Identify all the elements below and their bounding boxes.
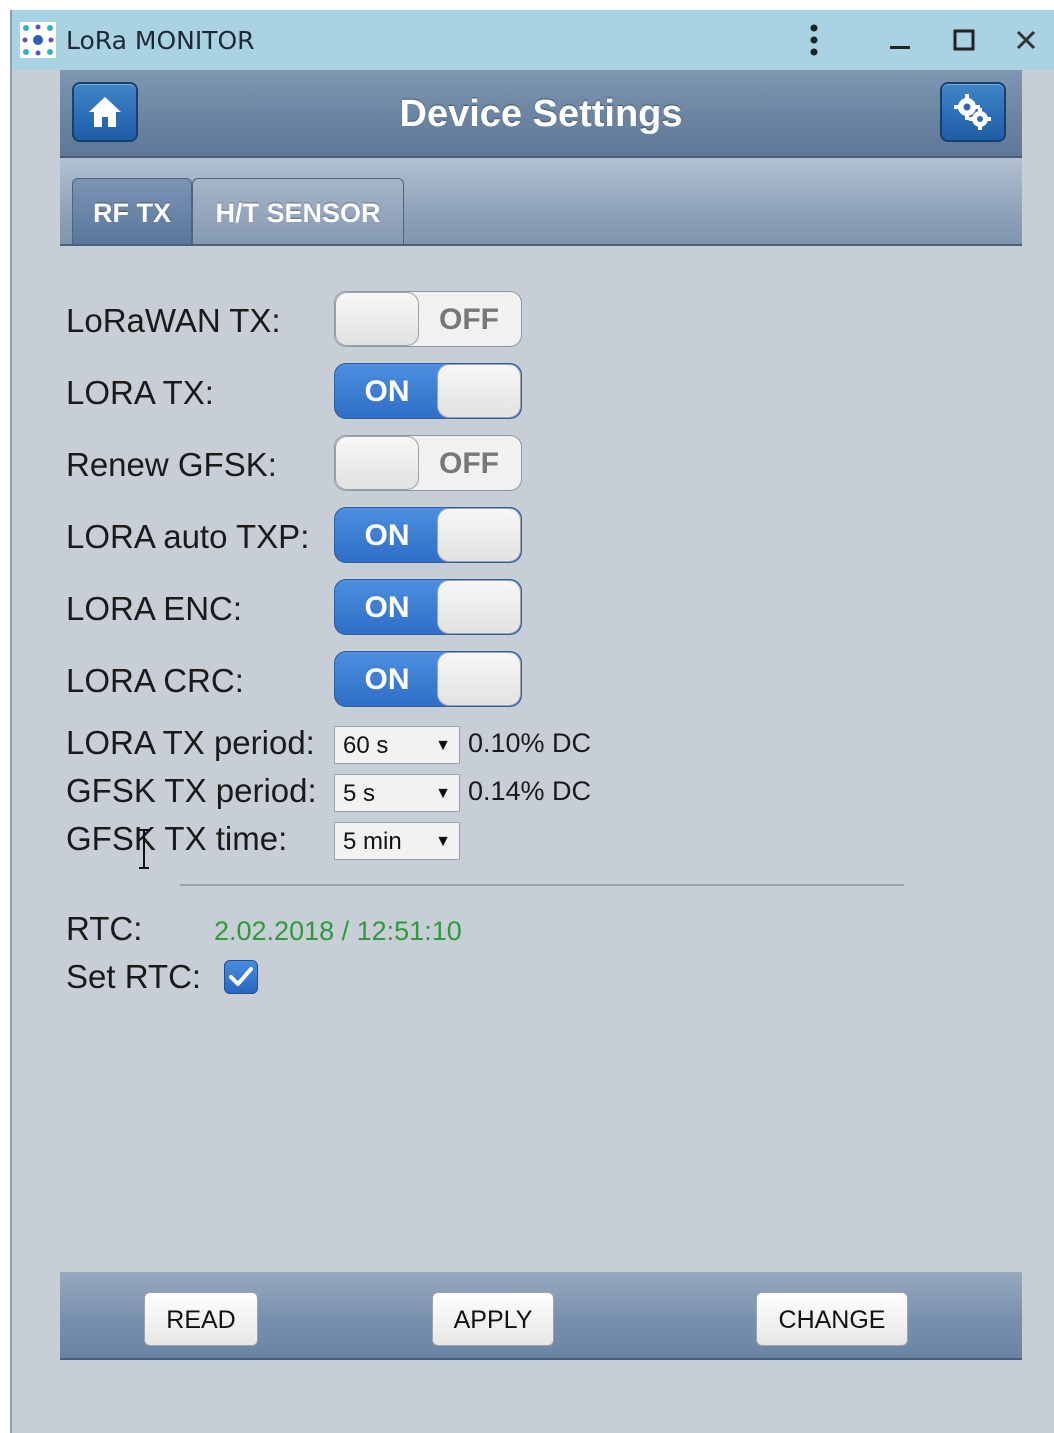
gfsk-duty-cycle: 0.14% DC [468, 776, 592, 806]
kebab-menu-icon [810, 24, 818, 56]
toggle-knob [437, 364, 521, 418]
lora-crc-label: LORA CRC: [66, 662, 244, 699]
minimize-button[interactable] [878, 18, 922, 62]
dropdown-arrow-icon: ▼ [435, 785, 451, 802]
toggle-knob [437, 652, 521, 706]
app-window: LoRa MONITOR Device Settings RF TX H/T S… [10, 10, 1054, 1433]
lora-enc-label: LORA ENC: [66, 590, 243, 627]
gfsk-tx-time-select[interactable]: 5 min ▼ [334, 822, 460, 860]
toggle-state-text: OFF [439, 447, 499, 480]
lorawan-tx-toggle[interactable]: OFF [334, 291, 522, 347]
window-menu-button[interactable] [792, 18, 836, 62]
toggle-state-text: ON [364, 519, 410, 552]
lora-tx-toggle[interactable]: ON [334, 363, 522, 419]
close-button[interactable] [1004, 18, 1048, 62]
dropdown-arrow-icon: ▼ [435, 737, 451, 754]
tab-rf-tx[interactable]: RF TX [72, 178, 192, 244]
title-bar: LoRa MONITOR [12, 10, 1054, 70]
change-button[interactable]: CHANGE [756, 1292, 908, 1346]
lora-tx-period-select[interactable]: 60 s ▼ [334, 726, 460, 764]
set-rtc-label: Set RTC: [66, 958, 202, 995]
read-button[interactable]: READ [144, 1292, 258, 1346]
lora-crc-toggle[interactable]: ON [334, 651, 522, 707]
lora-enc-toggle[interactable]: ON [334, 579, 522, 635]
minimize-icon [890, 46, 910, 49]
maximize-button[interactable] [942, 18, 986, 62]
lora-tx-period-label: LORA TX period: [66, 724, 315, 761]
checkmark-icon [229, 967, 253, 986]
dropdown-arrow-icon: ▼ [435, 833, 451, 850]
lora-tx-label: LORA TX: [66, 374, 214, 411]
toggle-knob [335, 436, 419, 490]
close-icon [1016, 30, 1036, 50]
window-title: LoRa MONITOR [66, 26, 255, 55]
rtc-label: RTC: [66, 910, 143, 947]
toggle-state-text: ON [364, 375, 410, 408]
tab-bar: RF TX H/T SENSOR [60, 158, 1022, 246]
text-cursor-icon [139, 829, 149, 869]
footer-bar: READ APPLY CHANGE [60, 1272, 1022, 1360]
gfsk-tx-period-label: GFSK TX period: [66, 772, 317, 809]
maximize-icon [953, 29, 975, 51]
lora-duty-cycle: 0.10% DC [468, 728, 592, 758]
app-logo-icon [20, 22, 56, 58]
page-title: Device Settings [399, 93, 683, 135]
gears-icon [954, 94, 991, 130]
lorawan-tx-label: LoRaWAN TX: [66, 302, 281, 339]
home-icon [89, 97, 121, 127]
toggle-state-text: ON [364, 663, 410, 696]
select-value: 5 min [343, 828, 402, 855]
lora-auto-txp-label: LORA auto TXP: [66, 518, 310, 555]
toggle-knob [335, 292, 419, 346]
rtc-value: 2.02.2018 / 12:51:10 [214, 916, 462, 946]
page-header: Device Settings [60, 70, 1022, 158]
gfsk-tx-time-label: GFSK TX time: [66, 820, 288, 857]
settings-button[interactable] [940, 82, 1006, 142]
toggle-knob [437, 508, 521, 562]
set-rtc-checkbox[interactable] [224, 960, 258, 994]
select-value: 5 s [343, 780, 376, 807]
renew-gfsk-label: Renew GFSK: [66, 446, 277, 483]
toggle-state-text: OFF [439, 303, 499, 336]
lora-auto-txp-toggle[interactable]: ON [334, 507, 522, 563]
toggle-state-text: ON [364, 591, 410, 624]
home-button[interactable] [72, 82, 138, 142]
gfsk-tx-period-select[interactable]: 5 s ▼ [334, 774, 460, 812]
section-divider [180, 884, 904, 886]
apply-button[interactable]: APPLY [432, 1292, 554, 1346]
tab-ht-sensor[interactable]: H/T SENSOR [192, 178, 404, 244]
renew-gfsk-toggle[interactable]: OFF [334, 435, 522, 491]
toggle-knob [437, 580, 521, 634]
select-value: 60 s [343, 732, 389, 759]
